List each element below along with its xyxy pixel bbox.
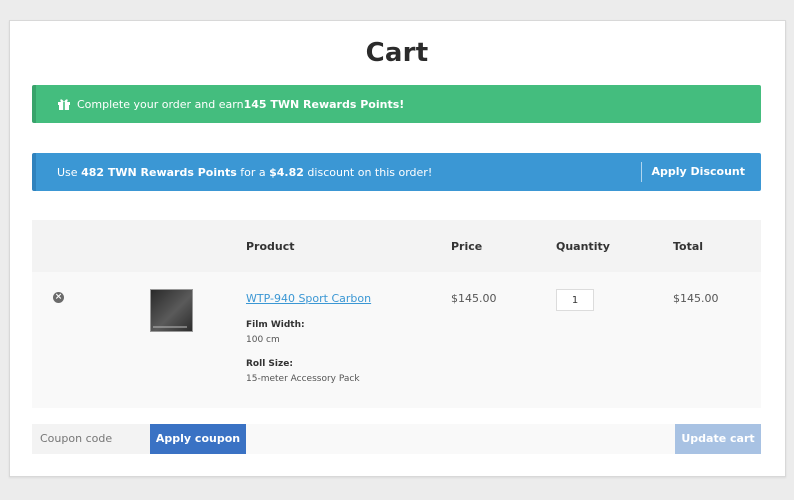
redeem-suffix: discount on this order! (307, 165, 433, 179)
product-name-link[interactable]: WTP-940 Sport Carbon (246, 292, 371, 305)
update-cart-button[interactable]: Update cart (675, 424, 761, 454)
header-quantity: Quantity (556, 240, 610, 253)
rewards-earn-prefix: Complete your order and earn (77, 97, 244, 111)
rewards-earn-banner: Complete your order and earn 145 TWN Rew… (32, 85, 761, 123)
header-price: Price (451, 240, 483, 253)
item-price: $145.00 (451, 292, 497, 305)
apply-coupon-button[interactable]: Apply coupon (150, 424, 246, 454)
cart-table-header: Product Price Quantity Total (32, 220, 761, 272)
header-product: Product (246, 240, 295, 253)
item-total: $145.00 (673, 292, 719, 305)
cart-item-row: × WTP-940 Sport Carbon Film Width: 100 c… (32, 272, 761, 408)
rewards-earn-points: 145 TWN Rewards Points! (243, 97, 405, 111)
film-width-value: 100 cm (246, 335, 280, 345)
roll-size-value: 15-meter Accessory Pack (246, 374, 360, 384)
header-total: Total (673, 240, 704, 253)
product-thumbnail[interactable] (150, 289, 193, 332)
roll-size-label: Roll Size: (246, 359, 293, 369)
redeem-amount: $4.82 (269, 165, 304, 179)
gift-icon (58, 99, 70, 110)
quantity-input[interactable]: 1 (556, 289, 594, 311)
remove-circle-icon[interactable]: × (53, 292, 64, 303)
cart-actions-bar: Coupon code Apply coupon Update cart (32, 424, 761, 454)
coupon-code-input[interactable]: Coupon code (32, 424, 150, 454)
redeem-points: 482 TWN Rewards Points (81, 165, 237, 179)
redeem-prefix: Use (57, 165, 78, 179)
apply-discount-button[interactable]: Apply Discount (640, 162, 761, 182)
redeem-middle: for a (240, 165, 266, 179)
rewards-redeem-banner: Use 482 TWN Rewards Points for a $4.82 d… (32, 153, 761, 191)
film-width-label: Film Width: (246, 320, 305, 330)
page-title: Cart (365, 38, 429, 68)
